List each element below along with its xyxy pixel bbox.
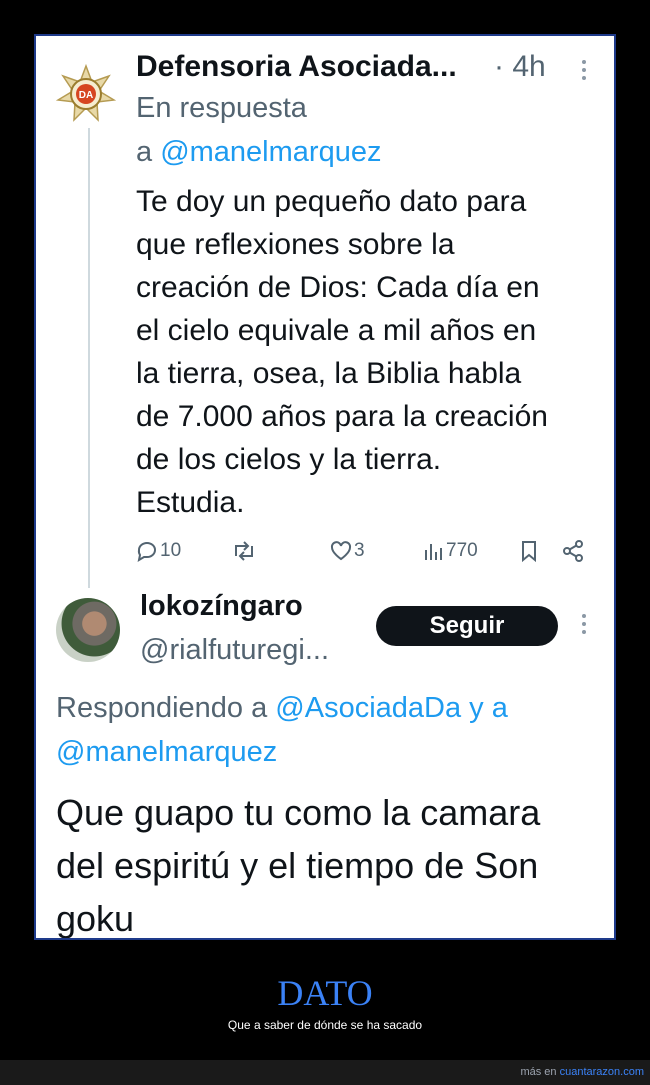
defensoria-avatar[interactable]: DA xyxy=(55,63,117,124)
tweet-body-line: creación de Dios: Cada día en xyxy=(136,271,540,304)
share-icon xyxy=(563,540,583,562)
heart-icon xyxy=(330,541,352,561)
reply-body-line: goku xyxy=(56,898,135,939)
share-button[interactable] xyxy=(560,536,586,566)
reply-to-handle-link[interactable]: @manelmarquez xyxy=(160,136,381,168)
reply-author-avatar[interactable] xyxy=(56,598,120,662)
more-options-icon[interactable] xyxy=(582,60,586,84)
reply-context-label: En respuesta xyxy=(136,92,307,124)
tweet-body-line: que reflexiones sobre la xyxy=(136,228,455,261)
tweet-body-line: el cielo equivale a mil años en xyxy=(136,314,537,347)
bar-chart-icon xyxy=(425,544,442,560)
tweet-body-line: Estudia. xyxy=(136,486,245,519)
reply-more-options-icon[interactable] xyxy=(582,614,586,638)
bookmark-icon xyxy=(522,541,536,563)
responding-handle-2-link[interactable]: @manelmarquez xyxy=(56,736,277,768)
reply-body-line: Que guapo tu como la camara xyxy=(56,792,541,833)
sheriff-star-logo-icon: DA xyxy=(55,63,117,122)
svg-text:DA: DA xyxy=(79,90,93,101)
footer-site-link[interactable]: cuantarazon.com xyxy=(560,1066,644,1078)
views-button[interactable]: 770 xyxy=(422,536,478,566)
thread-connector-line xyxy=(88,128,90,588)
responding-joiner: y a xyxy=(469,692,508,724)
reply-button[interactable]: 10 xyxy=(134,536,181,566)
caption-subtitle: Que a saber de dónde se ha sacado xyxy=(227,1018,423,1032)
author-name[interactable]: Defensoria Asociada... xyxy=(136,50,457,84)
responding-prefix: Respondiendo a xyxy=(56,692,268,724)
follow-button[interactable]: Seguir xyxy=(376,606,558,646)
responding-handle-1-link[interactable]: @AsociadaDa xyxy=(275,692,461,724)
like-count: 3 xyxy=(354,540,365,561)
reply-author-handle[interactable]: @rialfuturegi... xyxy=(140,634,329,667)
tweet-time[interactable]: · 4h xyxy=(494,50,546,84)
reply-count: 10 xyxy=(160,540,182,561)
retweet-button[interactable] xyxy=(230,536,258,566)
footer-bar: más en cuantarazon.com xyxy=(0,1060,650,1085)
tweet-screenshot-card: DA Defensoria Asociada... · 4h En respue… xyxy=(34,34,616,940)
retweet-icon xyxy=(235,541,253,561)
tweet-body-line: la tierra, osea, la Biblia habla xyxy=(136,357,522,390)
responding-to-line: Respondiendo a @AsociadaDa y a @manelmar… xyxy=(56,686,606,774)
reply-body-line: del espiritú y el tiempo de Son xyxy=(56,845,539,886)
reply-context-a: a xyxy=(136,136,153,168)
tweet-body-line: de 7.000 años para la creación xyxy=(136,400,548,433)
reply-body: Que guapo tu como la camara del espiritú… xyxy=(56,786,541,939)
tweet-body: Te doy un pequeño dato para que reflexio… xyxy=(136,180,548,524)
bookmark-button[interactable] xyxy=(518,536,540,566)
footer-text: más en cuantarazon.com xyxy=(520,1066,644,1078)
view-count: 770 xyxy=(446,540,478,561)
reply-context-target: a @manelmarquez xyxy=(136,136,381,169)
reply-author-name[interactable]: lokozíngaro xyxy=(140,590,303,623)
tweet-body-line: de los cielos y la tierra. xyxy=(136,443,442,476)
reply-bubble-icon xyxy=(137,542,156,563)
caption-title: DATO xyxy=(277,973,373,1013)
tweet-body-line: Te doy un pequeño dato para xyxy=(136,185,527,218)
footer-prefix: más en xyxy=(520,1066,557,1078)
like-button[interactable]: 3 xyxy=(328,536,365,566)
